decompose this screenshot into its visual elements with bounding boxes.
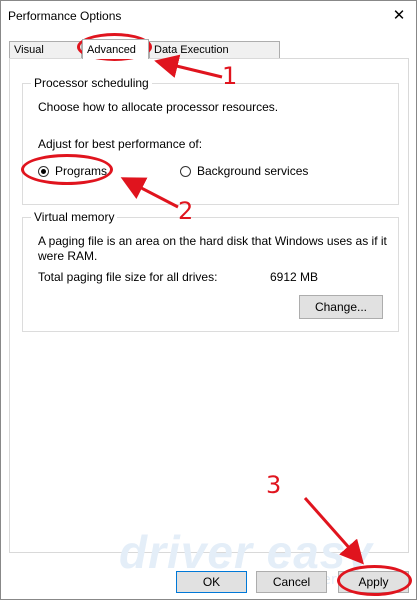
processor-scheduling-group: Processor scheduling Choose how to alloc… bbox=[22, 76, 399, 205]
processor-scheduling-title: Processor scheduling bbox=[31, 76, 152, 90]
virtual-memory-description-line1: A paging file is an area on the hard dis… bbox=[38, 234, 387, 248]
highlight-programs-option bbox=[21, 154, 113, 185]
tab-data-execution-prevention[interactable]: Data Execution Prevention bbox=[149, 41, 280, 73]
processor-description: Choose how to allocate processor resourc… bbox=[38, 100, 279, 114]
step-number-2: 2 bbox=[178, 197, 194, 225]
performance-options-window: Performance Options ✕ Visual Effects Adv… bbox=[0, 0, 417, 600]
window-title: Performance Options bbox=[8, 9, 122, 23]
title-bar: Performance Options ✕ bbox=[1, 1, 416, 31]
adjust-label: Adjust for best performance of: bbox=[38, 137, 203, 151]
virtual-memory-description-line2: were RAM. bbox=[38, 249, 98, 263]
change-button[interactable]: Change... bbox=[299, 295, 383, 319]
cancel-button[interactable]: Cancel bbox=[256, 571, 327, 593]
advanced-tab-panel: Processor scheduling Choose how to alloc… bbox=[9, 58, 409, 553]
radio-background-services[interactable]: Background services bbox=[178, 162, 318, 180]
radio-empty-icon[interactable] bbox=[180, 166, 191, 177]
step-number-1: 1 bbox=[222, 62, 238, 90]
close-icon[interactable]: ✕ bbox=[388, 5, 410, 27]
ok-button[interactable]: OK bbox=[176, 571, 247, 593]
total-paging-label: Total paging file size for all drives: bbox=[38, 270, 218, 284]
virtual-memory-title: Virtual memory bbox=[31, 210, 118, 224]
tab-strip: Visual Effects Advanced Data Execution P… bbox=[9, 39, 409, 73]
radio-background-services-label: Background services bbox=[197, 164, 309, 178]
total-paging-value: 6912 MB bbox=[270, 270, 319, 284]
tab-visual-effects[interactable]: Visual Effects bbox=[9, 41, 82, 73]
tab-advanced[interactable]: Advanced bbox=[82, 39, 149, 59]
step-number-3: 3 bbox=[266, 471, 282, 499]
virtual-memory-group: Virtual memory A paging file is an area … bbox=[22, 210, 399, 332]
highlight-apply-button bbox=[337, 565, 412, 596]
